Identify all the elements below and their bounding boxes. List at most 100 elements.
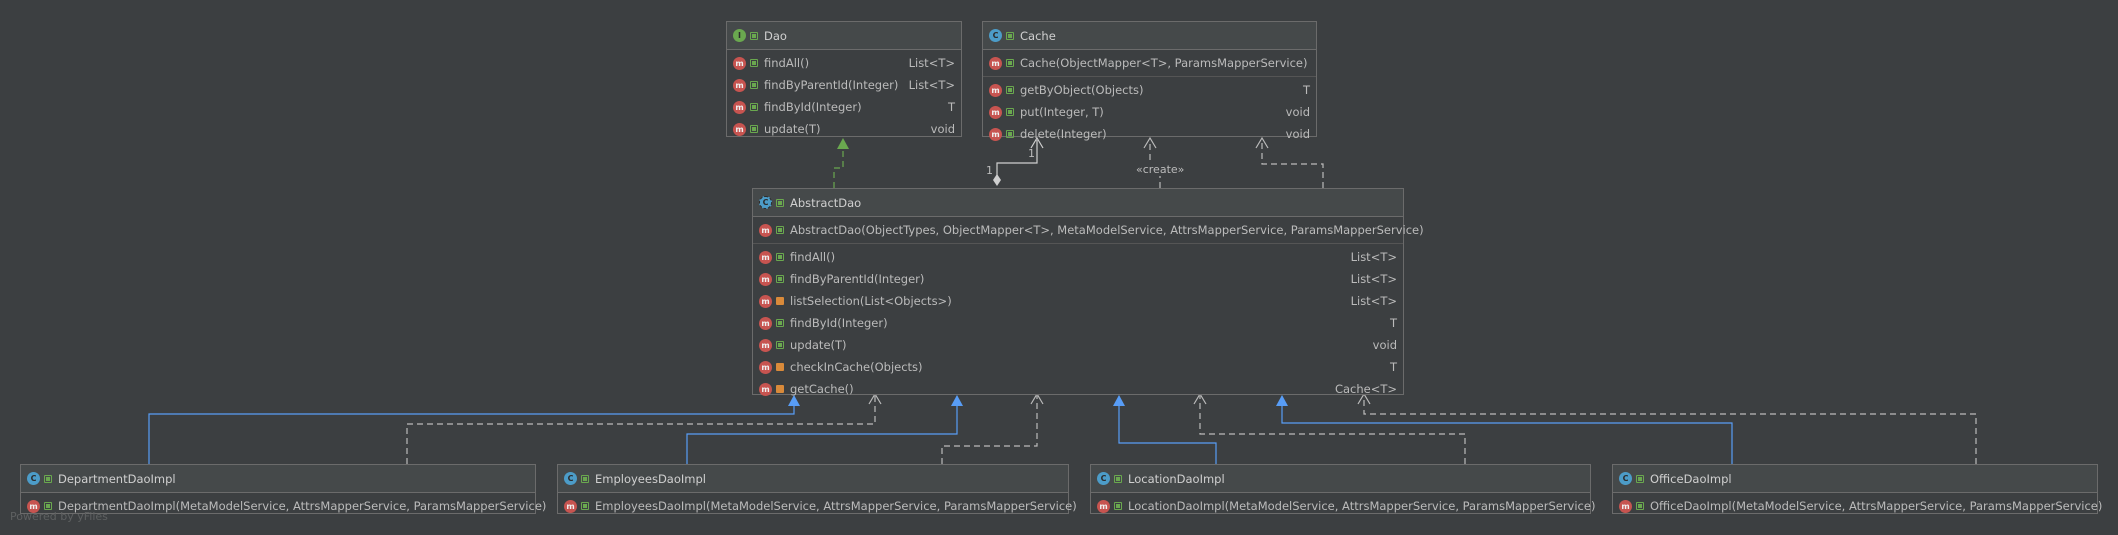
method-row[interactable]: m findByParentId(Integer) List<T> bbox=[727, 74, 961, 96]
constructor-row[interactable]: m OfficeDaoImpl(MetaModelService, AttrsMa… bbox=[1613, 495, 2102, 517]
public-visibility-icon bbox=[750, 81, 758, 89]
method-icon: m bbox=[759, 272, 772, 286]
constructor-signature: Cache(ObjectMapper<T>, ParamsMapperServi… bbox=[1020, 56, 1308, 70]
class-header: C Cache bbox=[983, 22, 1316, 50]
constructors-section: m AbstractDao(ObjectTypes, ObjectMapper<T… bbox=[753, 217, 1424, 244]
class-icon: C bbox=[27, 472, 40, 485]
edge-employees-depends-abstractdao bbox=[941, 392, 1044, 464]
private-lock-icon bbox=[776, 363, 784, 371]
method-row[interactable]: m getCache() Cache<T> bbox=[753, 378, 1403, 400]
constructor-signature: EmployeesDaoImpl(MetaModelService, Attrs… bbox=[595, 499, 1077, 513]
class-name: LocationDaoImpl bbox=[1128, 471, 1225, 486]
method-name: listSelection(List<Objects>) bbox=[790, 294, 952, 308]
constructor-signature: AbstractDao(ObjectTypes, ObjectMapper<T>… bbox=[790, 223, 1424, 237]
interface-icon: I bbox=[733, 29, 746, 42]
method-row[interactable]: m delete(Integer) void bbox=[983, 123, 1316, 145]
method-row[interactable]: m findByParentId(Integer) List<T> bbox=[753, 268, 1403, 290]
return-type: List<T> bbox=[1350, 250, 1397, 264]
class-departmentdaoimpl[interactable]: C DepartmentDaoImpl m DepartmentDaoImpl(Me… bbox=[20, 464, 546, 514]
class-name: AbstractDao bbox=[790, 195, 862, 210]
method-name: findAll() bbox=[790, 250, 836, 264]
method-icon: m bbox=[733, 100, 746, 114]
return-type: T bbox=[1389, 360, 1397, 374]
method-icon: m bbox=[989, 83, 1002, 97]
method-row[interactable]: m put(Integer, T) void bbox=[983, 101, 1316, 123]
constructor-row[interactable]: m EmployeesDaoImpl(MetaModelService, Attr… bbox=[558, 495, 1077, 517]
class-name: DepartmentDaoImpl bbox=[58, 471, 176, 486]
method-row[interactable]: m getByObject(Objects) T bbox=[983, 79, 1316, 101]
constructor-row[interactable]: m Cache(ObjectMapper<T>, ParamsMapperServ… bbox=[983, 52, 1316, 74]
method-name: findById(Integer) bbox=[764, 100, 862, 114]
method-icon: m bbox=[564, 499, 577, 513]
method-icon: m bbox=[759, 382, 772, 396]
public-visibility-icon bbox=[750, 59, 758, 67]
method-row[interactable]: m findById(Integer) T bbox=[727, 96, 961, 118]
edge-department-depends-abstractdao bbox=[406, 392, 882, 464]
public-visibility-icon bbox=[581, 474, 589, 483]
class-dao[interactable]: I Dao m findAll() List<T> m findByParentId(… bbox=[726, 21, 962, 137]
method-row[interactable]: m listSelection(List<Objects>) List<T> bbox=[753, 290, 1403, 312]
return-type: T bbox=[947, 100, 955, 114]
edge-office-extends-abstractdao bbox=[1276, 395, 1733, 464]
class-header: C DepartmentDaoImpl bbox=[21, 465, 535, 493]
constructor-row[interactable]: m LocationDaoImpl(MetaModelService, Attrs… bbox=[1091, 495, 1595, 517]
public-visibility-icon bbox=[776, 275, 784, 283]
public-visibility-icon bbox=[776, 319, 784, 327]
method-icon: m bbox=[759, 294, 772, 308]
public-visibility-icon bbox=[776, 341, 784, 349]
method-row[interactable]: m findAll() List<T> bbox=[753, 246, 1403, 268]
public-visibility-icon bbox=[750, 31, 758, 40]
method-icon: m bbox=[759, 316, 772, 330]
public-visibility-icon bbox=[1006, 130, 1014, 138]
method-icon: m bbox=[989, 127, 1002, 141]
abstract-class-icon: C bbox=[759, 196, 772, 209]
private-lock-icon bbox=[776, 297, 784, 305]
public-visibility-icon bbox=[44, 474, 52, 483]
class-locationdaoimpl[interactable]: C LocationDaoImpl m LocationDaoImpl(MetaMo… bbox=[1090, 464, 1595, 514]
class-name: OfficeDaoImpl bbox=[1650, 471, 1732, 486]
constructor-signature: OfficeDaoImpl(MetaModelService, AttrsMap… bbox=[1650, 499, 2103, 513]
multiplicity-target-label: 1 bbox=[1028, 147, 1035, 160]
return-type: void bbox=[930, 122, 955, 136]
class-header: I Dao bbox=[727, 22, 961, 50]
method-icon: m bbox=[759, 338, 772, 352]
return-type: List<T> bbox=[908, 78, 955, 92]
method-icon: m bbox=[1097, 499, 1110, 513]
return-type: void bbox=[1285, 105, 1310, 119]
return-type: T bbox=[1389, 316, 1397, 330]
public-visibility-icon bbox=[581, 502, 589, 510]
method-icon: m bbox=[759, 360, 772, 374]
class-header: C AbstractDao bbox=[753, 189, 1403, 217]
constructor-row[interactable]: m AbstractDao(ObjectTypes, ObjectMapper<T… bbox=[753, 219, 1424, 241]
class-abstractdao[interactable]: C AbstractDao m AbstractDao(ObjectTypes, … bbox=[752, 188, 1424, 396]
method-name: findByParentId(Integer) bbox=[790, 272, 925, 286]
class-icon: C bbox=[1097, 472, 1110, 485]
method-row[interactable]: m checkInCache(Objects) T bbox=[753, 356, 1403, 378]
method-row[interactable]: m update(T) void bbox=[753, 334, 1403, 356]
method-icon: m bbox=[733, 56, 746, 70]
method-name: findAll() bbox=[764, 56, 810, 70]
method-row[interactable]: m update(T) void bbox=[727, 118, 961, 140]
methods-section: m findAll() List<T> m findByParentId(Intege… bbox=[727, 50, 961, 142]
constructor-signature: LocationDaoImpl(MetaModelService, AttrsM… bbox=[1128, 499, 1596, 513]
constructors-section: m EmployeesDaoImpl(MetaModelService, Attr… bbox=[558, 493, 1077, 519]
multiplicity-source-label: 1 bbox=[986, 164, 993, 177]
constructors-section: m LocationDaoImpl(MetaModelService, Attrs… bbox=[1091, 493, 1595, 519]
class-employeesdaoimpl[interactable]: C EmployeesDaoImpl m EmployeesDaoImpl(Meta… bbox=[557, 464, 1077, 514]
return-type: T bbox=[1302, 83, 1310, 97]
method-row[interactable]: m findAll() List<T> bbox=[727, 52, 961, 74]
method-icon: m bbox=[989, 105, 1002, 119]
class-officedaoimpl[interactable]: C OfficeDaoImpl m OfficeDaoImpl(MetaModelS… bbox=[1612, 464, 2102, 517]
private-lock-icon bbox=[776, 385, 784, 393]
return-type: List<T> bbox=[1350, 294, 1397, 308]
method-icon: m bbox=[1619, 499, 1632, 513]
powered-by-footer: Powered by yFiles bbox=[10, 510, 108, 523]
class-cache[interactable]: C Cache m Cache(ObjectMapper<T>, ParamsMa… bbox=[982, 21, 1317, 141]
edge-department-extends-abstractdao bbox=[148, 395, 800, 464]
public-visibility-icon bbox=[1114, 474, 1122, 483]
public-visibility-icon bbox=[1006, 59, 1014, 67]
class-icon: C bbox=[1619, 472, 1632, 485]
method-name: checkInCache(Objects) bbox=[790, 360, 923, 374]
method-row[interactable]: m findById(Integer) T bbox=[753, 312, 1403, 334]
method-name: findById(Integer) bbox=[790, 316, 888, 330]
